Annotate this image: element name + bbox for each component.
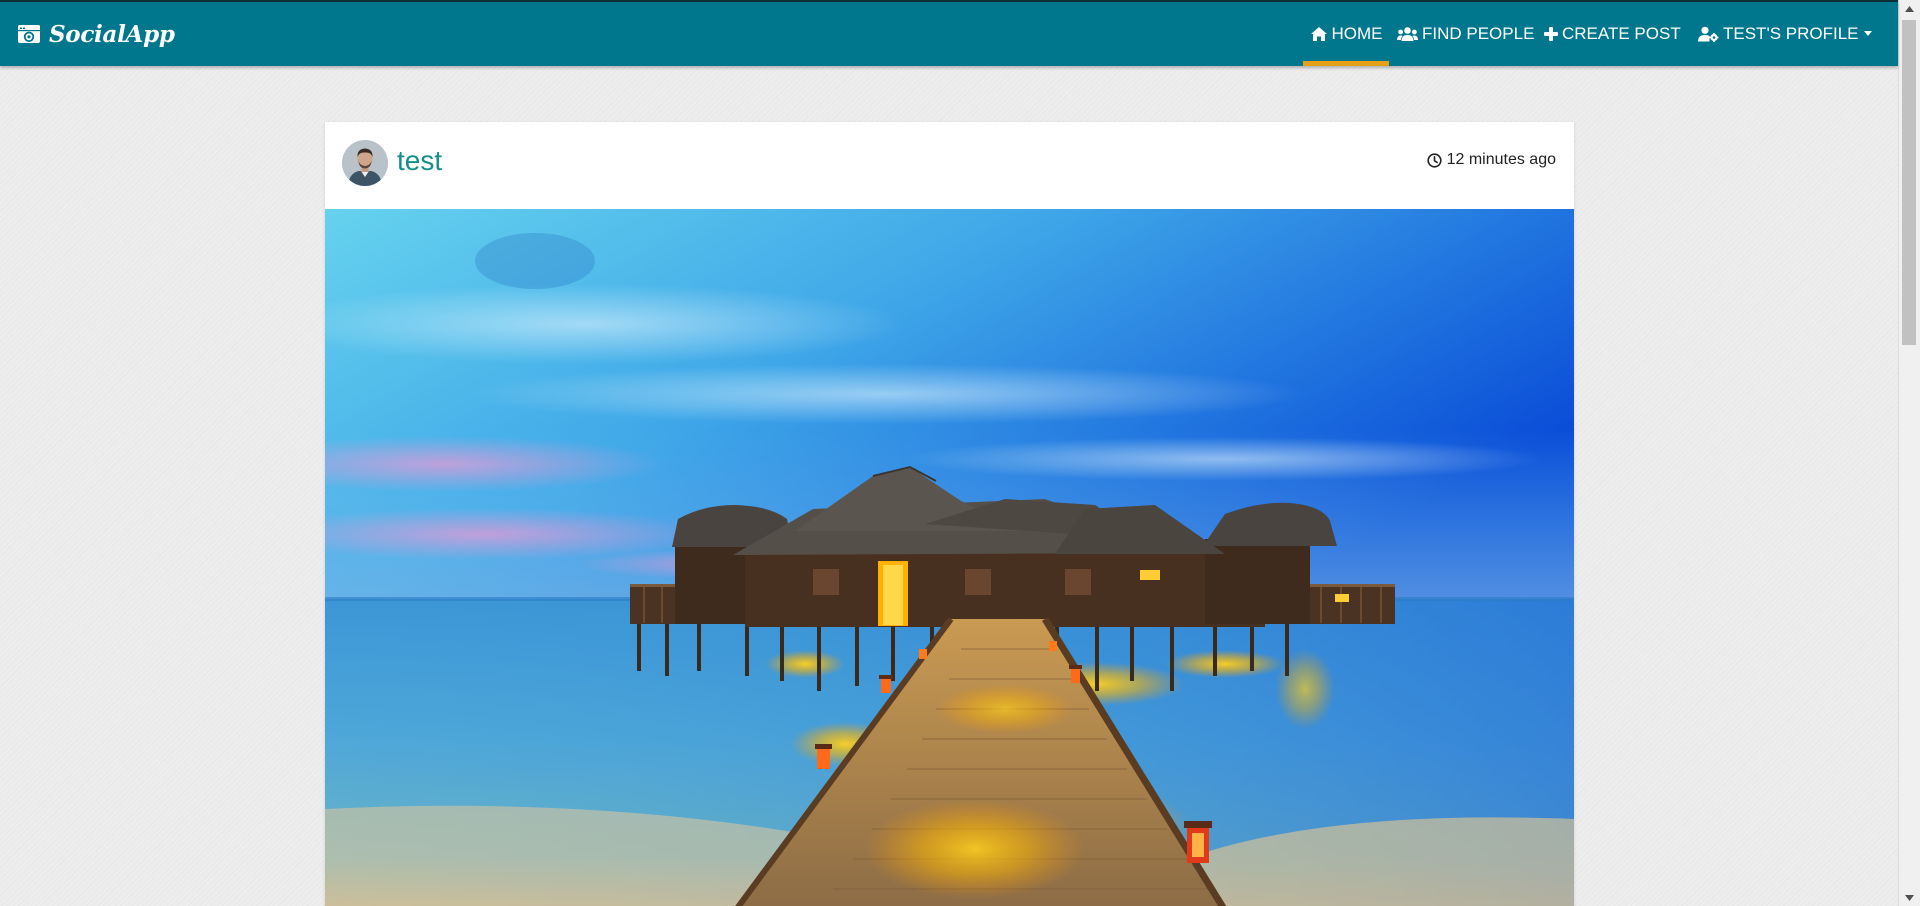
post-card: test 12 minutes ago bbox=[325, 122, 1574, 906]
nav-create-post-label: CREATE POST bbox=[1562, 24, 1681, 43]
users-icon bbox=[1397, 26, 1418, 42]
page-scrollbar[interactable] bbox=[1898, 0, 1920, 906]
nav-find-people-label: FIND PEOPLE bbox=[1422, 24, 1535, 43]
chevron-down-icon bbox=[1863, 30, 1872, 36]
post-timestamp: 12 minutes ago bbox=[1426, 150, 1556, 170]
nav-home-label: HOME bbox=[1331, 24, 1383, 43]
nav-find-people[interactable]: FIND PEOPLE bbox=[1397, 2, 1534, 66]
avatar[interactable] bbox=[342, 140, 388, 186]
post-header: test 12 minutes ago bbox=[325, 122, 1574, 209]
nav-home[interactable]: HOME bbox=[1303, 2, 1389, 66]
post-image[interactable] bbox=[325, 209, 1574, 906]
home-icon bbox=[1310, 26, 1328, 42]
post-author-link[interactable]: test bbox=[397, 144, 442, 178]
nav-profile-dropdown[interactable]: TEST'S PROFILE bbox=[1698, 2, 1872, 66]
user-cog-icon bbox=[1698, 26, 1719, 42]
brand-logo-link[interactable]: SocialApp bbox=[17, 2, 175, 66]
scroll-up-arrow-icon[interactable] bbox=[1899, 0, 1920, 17]
top-navbar: SocialApp HOME FIND PEOPLE CREATE POST T… bbox=[0, 0, 1898, 66]
post-time-text: 12 minutes ago bbox=[1446, 151, 1556, 168]
plus-icon bbox=[1544, 27, 1558, 41]
scrollbar-thumb[interactable] bbox=[1902, 20, 1916, 345]
nav-create-post[interactable]: CREATE POST bbox=[1544, 2, 1681, 66]
scroll-down-arrow-icon[interactable] bbox=[1899, 889, 1920, 906]
camera-window-icon bbox=[17, 22, 41, 46]
nav-profile-label: TEST'S PROFILE bbox=[1723, 24, 1859, 43]
brand-name: SocialApp bbox=[49, 20, 175, 48]
clock-icon bbox=[1426, 152, 1442, 168]
